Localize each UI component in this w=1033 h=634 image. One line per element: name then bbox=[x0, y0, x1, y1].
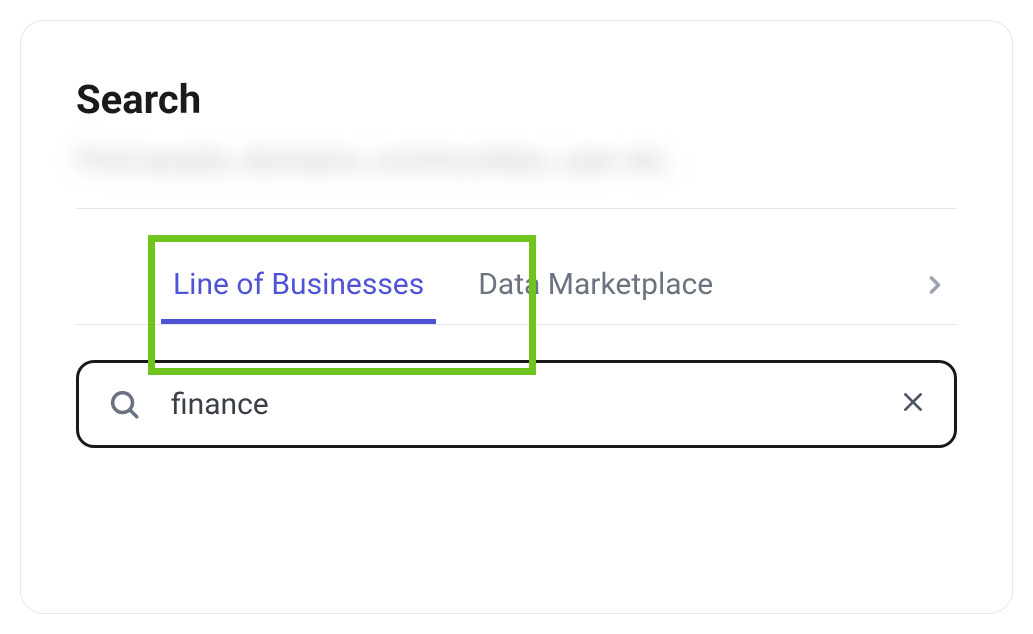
tabs-container: Line of Businesses Data Marketplace bbox=[76, 249, 913, 324]
tab-line-of-businesses[interactable]: Line of Businesses bbox=[161, 249, 436, 324]
search-input[interactable] bbox=[171, 387, 870, 422]
chevron-right-icon bbox=[921, 271, 949, 303]
clear-search-button[interactable] bbox=[900, 389, 926, 419]
page-subtitle: Find assets, domains, communities, user … bbox=[76, 143, 957, 178]
page-title: Search bbox=[76, 76, 957, 123]
tab-data-marketplace[interactable]: Data Marketplace bbox=[466, 249, 725, 324]
tabs-row: Line of Businesses Data Marketplace bbox=[76, 249, 957, 325]
search-icon bbox=[107, 387, 141, 421]
search-field-container bbox=[76, 360, 957, 448]
search-field[interactable] bbox=[76, 360, 957, 448]
divider bbox=[76, 208, 957, 209]
tabs-scroll-right-button[interactable] bbox=[913, 271, 957, 303]
close-icon bbox=[900, 389, 926, 419]
search-panel: Search Find assets, domains, communities… bbox=[20, 20, 1013, 614]
